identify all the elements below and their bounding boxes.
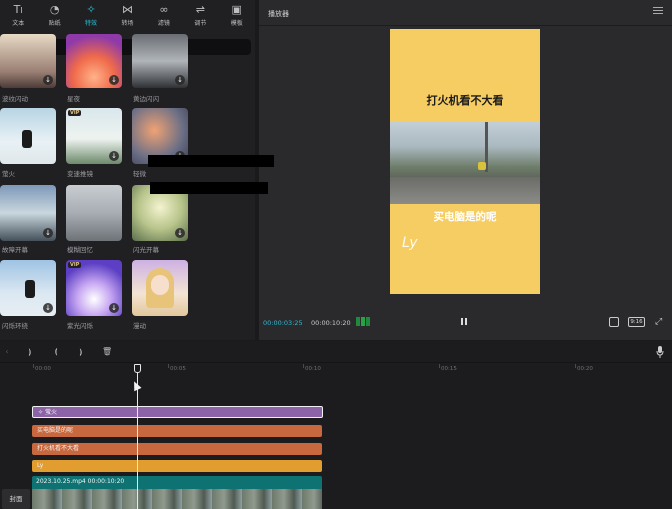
template-icon: ▣ <box>231 2 242 16</box>
figure-shape <box>25 280 35 298</box>
effect-clip[interactable]: ✧ 萤火 <box>32 406 323 418</box>
tab-filter[interactable]: ∞ 滤镜 <box>146 0 182 30</box>
undo-icon[interactable]: ‹ <box>2 347 12 357</box>
download-icon[interactable]: ↓ <box>109 75 119 85</box>
pause-button[interactable] <box>460 317 469 327</box>
split-left-icon[interactable]: ⟬ <box>51 347 61 357</box>
effect-clip-icon: ✧ <box>38 409 45 416</box>
ruler-label: 00:10 <box>305 366 321 372</box>
effect-thumbnail[interactable]: ↓ <box>66 34 122 88</box>
video-caption-top: 打火机看不大看 <box>426 94 504 107</box>
tab-sticker[interactable]: ◔ 贴纸 <box>36 0 72 30</box>
media-toolbar: TI 文本 ◔ 贴纸 ✧ 特效 ⋈ 转场 ∞ 滤镜 ⇌ 调节 ▣ 模板 <box>0 0 255 30</box>
split-right-icon[interactable]: ⟭ <box>76 347 86 357</box>
effect-label: 萤火 <box>2 170 15 178</box>
playhead-handle[interactable] <box>134 364 141 373</box>
filter-icon: ∞ <box>159 2 169 16</box>
effect-thumbnail[interactable] <box>0 108 56 164</box>
transition-icon: ⋈ <box>121 2 133 16</box>
effect-label: 闪烁环绕 <box>2 322 28 330</box>
cover-button[interactable]: 封面 <box>2 489 30 509</box>
download-icon[interactable]: ↓ <box>43 303 53 313</box>
split-icon[interactable]: ⟭ <box>25 347 35 357</box>
download-icon[interactable]: ↓ <box>109 303 119 313</box>
sticker-icon: ◔ <box>49 2 60 16</box>
microphone-icon[interactable] <box>656 346 664 358</box>
tab-text[interactable]: TI 文本 <box>0 0 36 30</box>
video-clip-label: 2023.10.25.mp4 00:00:10:20 <box>36 478 125 485</box>
effect-label: 紫光闪烁 <box>67 322 93 330</box>
vip-badge: VIP <box>68 110 82 116</box>
audio-meter-icon <box>356 317 370 326</box>
total-timecode: 00:00:10:20 <box>311 319 351 327</box>
effect-label: 闪光开幕 <box>133 246 159 254</box>
face-shape <box>151 275 169 295</box>
ruler-label: 00:00 <box>35 366 51 372</box>
tab-transition[interactable]: ⋈ 转场 <box>109 0 145 30</box>
effect-thumbnail[interactable]: ↓ <box>0 260 56 316</box>
video-clip[interactable]: 2023.10.25.mp4 00:00:10:20 <box>32 476 322 509</box>
effect-label: 模糊回忆 <box>67 246 93 254</box>
figure-shape <box>22 130 32 148</box>
redaction-bar <box>150 182 268 194</box>
fit-view-icon[interactable] <box>609 317 619 327</box>
video-frame <box>390 122 540 204</box>
logo-sticker: Ly <box>402 235 418 251</box>
menu-icon[interactable] <box>653 7 663 15</box>
aspect-ratio-button[interactable]: 9:16 <box>628 317 645 327</box>
video-preview[interactable]: 打火机看不大看 买电脑是的呢 Ly <box>390 29 540 294</box>
fullscreen-icon[interactable]: ⤢ <box>655 317 665 327</box>
download-icon[interactable]: ↓ <box>175 228 185 238</box>
timeline-toolbar: ‹ ⟭ ⟬ ⟭ 🗑 <box>0 341 672 363</box>
effect-thumbnail[interactable]: ↓ <box>0 185 56 241</box>
adjust-icon: ⇌ <box>195 2 205 16</box>
effect-label: 变速推镜 <box>67 170 93 178</box>
ruler-label: 00:15 <box>441 366 457 372</box>
sticker-clip[interactable]: Ly <box>32 460 322 472</box>
effect-label: 轻微 <box>133 170 146 178</box>
effect-thumbnail[interactable] <box>66 185 122 241</box>
vip-badge: VIP <box>68 262 82 268</box>
player-panel: 播放器 打火机看不大看 买电脑是的呢 Ly 00:00:03:25 00:00:… <box>259 0 672 340</box>
text-clip[interactable]: 打火机看不大看 <box>32 443 322 455</box>
download-icon[interactable]: ↓ <box>43 75 53 85</box>
effect-thumbnail[interactable]: ↓ <box>0 34 56 88</box>
effect-label: 漫动 <box>133 322 146 330</box>
tab-adjust[interactable]: ⇌ 调节 <box>182 0 218 30</box>
effects-icon: ✧ <box>86 2 96 16</box>
download-icon[interactable]: ↓ <box>175 75 185 85</box>
ruler-label: 00:20 <box>577 366 593 372</box>
text-icon: TI <box>13 2 23 16</box>
effect-clip-label: 萤火 <box>44 409 57 416</box>
effect-thumbnail[interactable]: VIP ↓ <box>66 108 122 164</box>
tab-template[interactable]: ▣ 模板 <box>219 0 255 30</box>
redaction-bar <box>148 155 274 167</box>
current-timecode: 00:00:03:25 <box>263 319 303 327</box>
effect-thumbnail[interactable]: ↓ <box>132 34 188 88</box>
effect-thumbnail[interactable] <box>132 260 188 316</box>
effect-thumbnail[interactable]: VIP ↓ <box>66 260 122 316</box>
download-icon[interactable]: ↓ <box>43 228 53 238</box>
effect-label: 黄边闪闪 <box>133 95 159 103</box>
ruler-label: 00:05 <box>170 366 186 372</box>
player-title: 播放器 <box>268 10 289 18</box>
timeline-ruler[interactable]: 00:00 00:05 00:10 00:15 00:20 <box>0 363 672 377</box>
download-icon[interactable]: ↓ <box>109 151 119 161</box>
player-header: 播放器 <box>259 0 672 26</box>
video-filmstrip <box>32 489 322 509</box>
effect-label: 星夜 <box>67 95 80 103</box>
effect-label: 故障开幕 <box>2 246 28 254</box>
effect-label: 波纹闪动 <box>2 95 28 103</box>
tab-effects[interactable]: ✧ 特效 <box>73 0 109 30</box>
video-caption-bottom: 买电脑是的呢 <box>433 211 497 223</box>
text-clip[interactable]: 买电脑是的呢 <box>32 425 322 437</box>
effects-panel: TI 文本 ◔ 贴纸 ✧ 特效 ⋈ 转场 ∞ 滤镜 ⇌ 调节 ▣ 模板 ⌕ <box>0 0 255 340</box>
delete-icon[interactable]: 🗑 <box>102 347 112 357</box>
timeline-panel: ‹ ⟭ ⟬ ⟭ 🗑 00:00 00:05 00:10 00:15 00:20 … <box>0 341 672 509</box>
